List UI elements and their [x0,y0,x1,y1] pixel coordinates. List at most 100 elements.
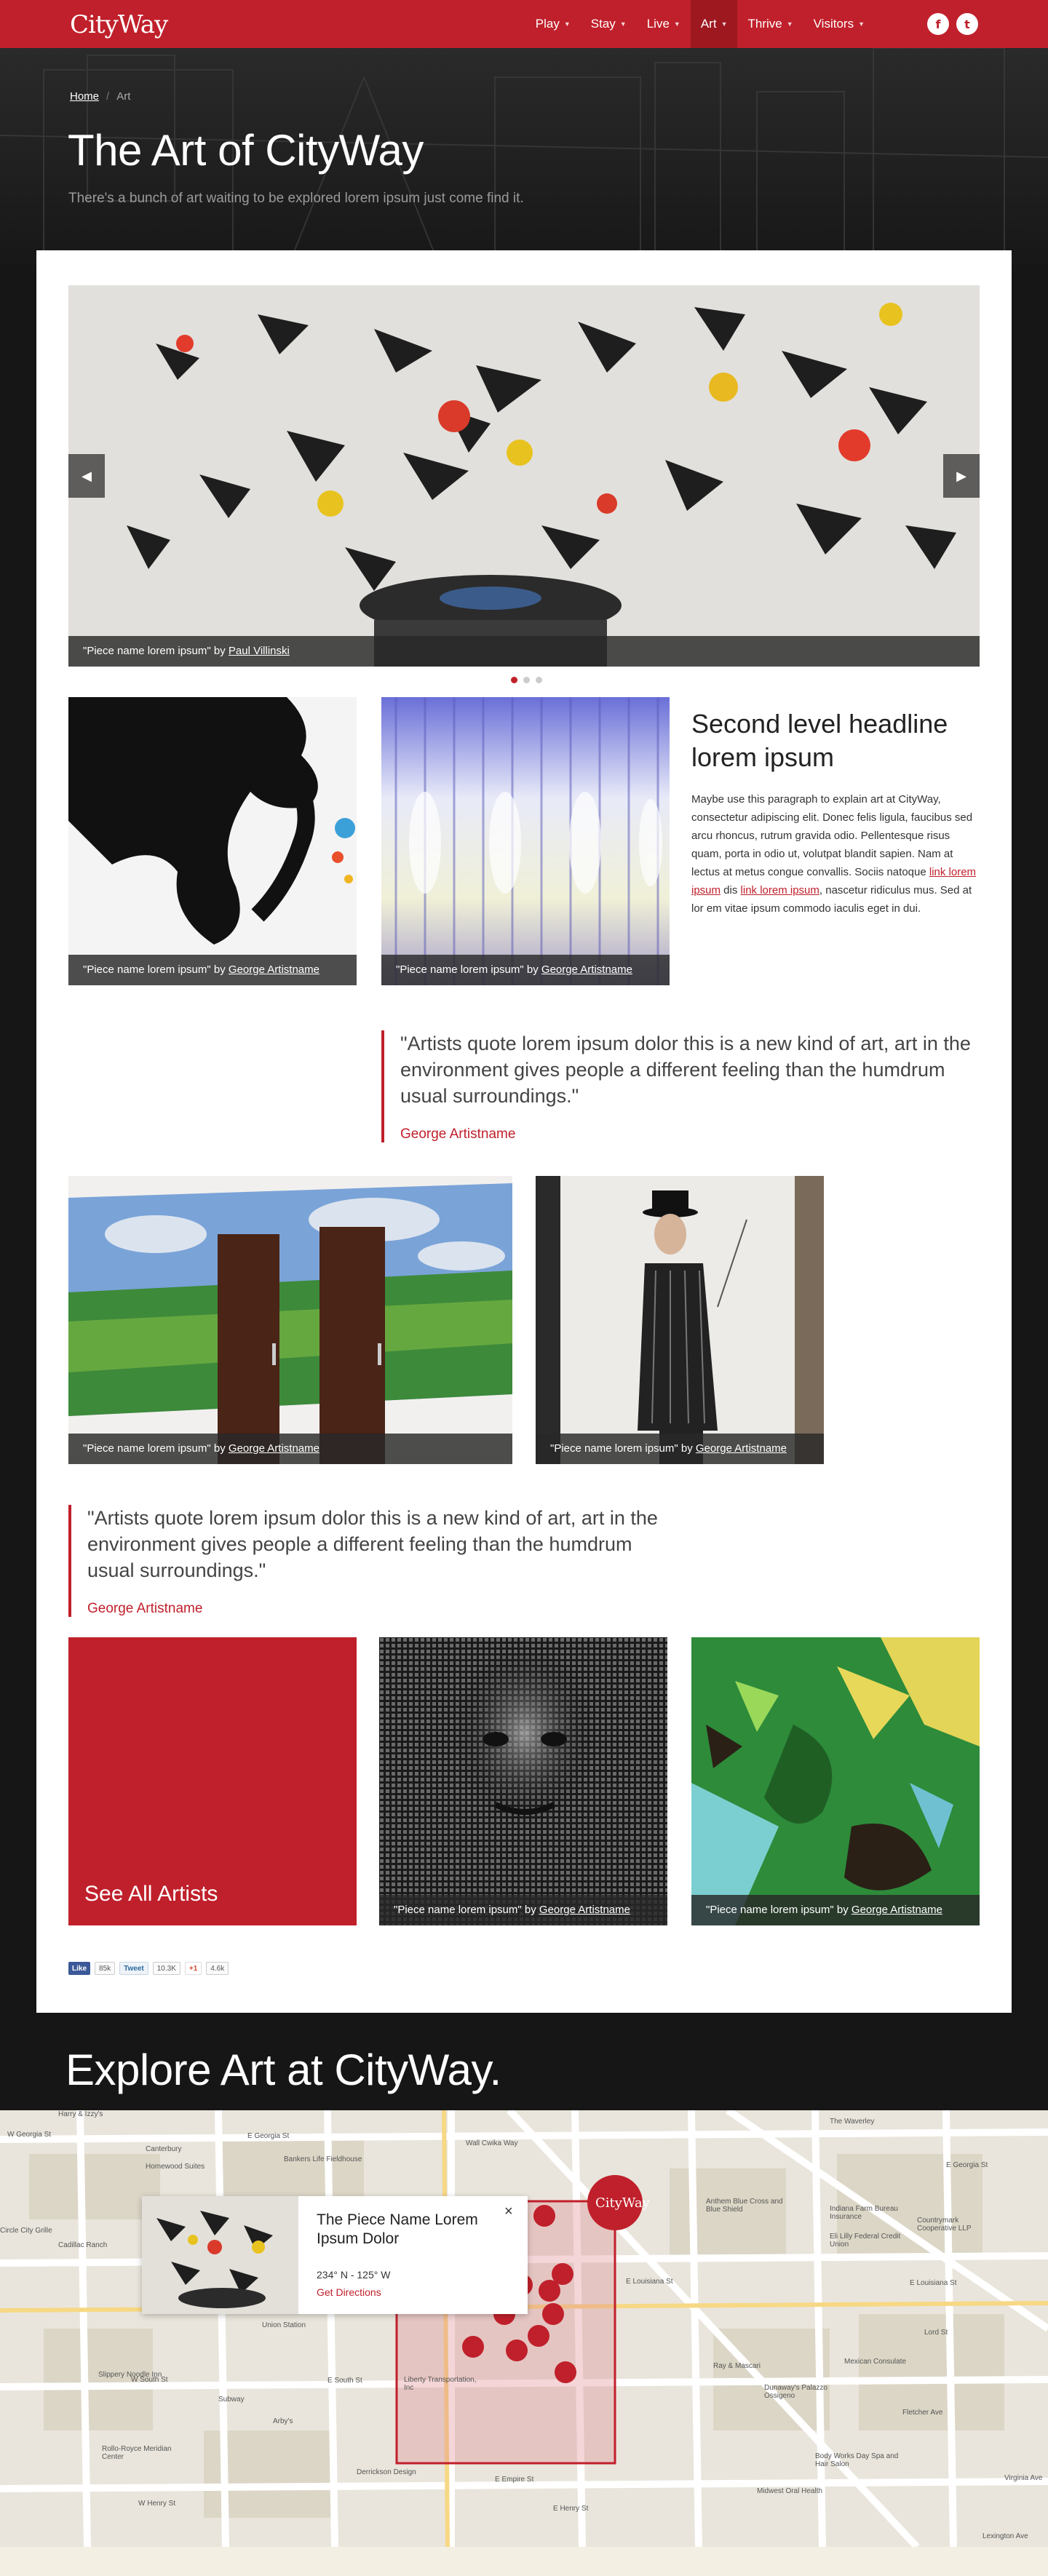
article-link[interactable]: link lorem ipsum [741,884,819,897]
main-menu: Play ▼ Stay ▼ Live ▼ Art ▼ Thrive ▼ Visitors ▼ [525,0,875,48]
facebook-icon[interactable]: f [927,13,949,35]
map-label: Lord St [924,2329,948,2337]
map-label: Lexington Ave [982,2532,1028,2540]
map-label: Anthem Blue Cross and Blue Shield [706,2198,783,2214]
quote-author[interactable]: George Artistname [400,1126,978,1142]
slider-next-button[interactable]: ▶ [943,454,980,498]
nav-label: Visitors [813,17,854,31]
cityway-logo[interactable]: CityWay [70,10,168,39]
close-icon[interactable]: × [504,2203,513,2220]
chevron-down-icon: ▼ [720,20,728,28]
page-subtitle: There's a bunch of art waiting to be exp… [68,191,524,206]
caption-artist-link[interactable]: George Artistname [852,1904,942,1916]
article-headline: Second level headline lorem ipsum [691,709,948,772]
nav-item-live[interactable]: Live ▼ [637,0,691,48]
tweet-count: 10.3K [152,1962,180,1975]
see-all-artists-tile[interactable]: See All Artists [68,1637,357,1925]
map-badge-logo: CityWay [595,2195,650,2211]
page-title: The Art of CityWay [68,126,424,175]
nav-label: Play [535,17,560,31]
map-label: Harry & Izzy's [58,2110,103,2118]
get-directions-link[interactable]: Get Directions [317,2286,381,2298]
explore-heading: Explore Art at CityWay. [66,2046,501,2094]
caption-artist-link[interactable]: George Artistname [229,963,319,976]
nav-item-thrive[interactable]: Thrive ▼ [737,0,803,48]
caption-artist-link[interactable]: George Artistname [541,963,632,976]
artist-quote: "Artists quote lorem ipsum dolor this is… [381,1030,978,1142]
artwork-image-mosaic-portrait [379,1637,667,1925]
slider-dot-3[interactable] [536,677,542,683]
caption-piece: "Piece name lorem ipsum" by [83,645,229,657]
map-label: E Louisiana St [910,2279,957,2287]
featured-artwork-slider[interactable]: ◀ ▶ "Piece name lorem ipsum" by Paul Vil… [68,285,980,667]
featured-artwork-image [68,285,980,667]
artist-quote: "Artists quote lorem ipsum dolor this is… [68,1505,665,1617]
like-count: 85k [95,1962,116,1975]
popup-title: The Piece Name Lorem Ipsum Dolor [317,2211,478,2247]
caption-piece: "Piece name lorem ipsum" by [394,1904,539,1916]
map-label: Circle City Grille [0,2227,52,2235]
artwork-caption: "Piece name lorem ipsum" by George Artis… [691,1895,980,1925]
artwork-tile[interactable]: "Piece name lorem ipsum" by George Artis… [536,1176,824,1464]
quote-text: "Artists quote lorem ipsum dolor this is… [400,1033,971,1107]
tweet-button[interactable]: Tweet [119,1962,148,1975]
map-info-popup: The Piece Name Lorem Ipsum Dolor 234° N … [142,2196,528,2314]
map-label: W South St [131,2376,168,2384]
google-plus-button[interactable]: +1 [184,1962,202,1975]
map-label: Arby's [273,2417,293,2425]
artwork-image-abstract-green [691,1637,980,1925]
map-label: W Henry St [138,2500,176,2508]
chevron-down-icon: ▼ [563,20,571,28]
map-label: E Louisiana St [626,2278,673,2286]
map-label: E Henry St [553,2505,589,2513]
caption-artist-link[interactable]: George Artistname [696,1442,787,1455]
slider-prev-button[interactable]: ◀ [68,454,105,498]
map-label: Rollo-Royce Meridian Center [102,2445,172,2461]
map-label: Liberty Transportation, Inc [404,2376,477,2392]
caption-piece: "Piece name lorem ipsum" by [83,1442,229,1455]
artwork-tile[interactable]: "Piece name lorem ipsum" by George Artis… [68,697,357,985]
social-share-bar: Like 85k Tweet 10.3K +1 4.6k [68,1962,229,1975]
caption-artist-link[interactable]: George Artistname [229,1442,319,1455]
gplus-label: +1 [188,1964,198,1973]
nav-item-play[interactable]: Play ▼ [525,0,581,48]
slider-dot-1[interactable] [511,677,517,683]
caption-artist-link[interactable]: Paul Villinski [229,645,290,657]
facebook-like-button[interactable]: Like [68,1962,91,1975]
map-label: Homewood Suites [146,2163,205,2171]
artwork-tile[interactable]: "Piece name lorem ipsum" by George Artis… [379,1637,667,1925]
art-map[interactable]: CityWay Harry & Izzy's W Georgia St Cant… [0,2110,1048,2547]
chevron-down-icon: ▼ [858,20,865,28]
quote-author[interactable]: George Artistname [87,1601,665,1617]
breadcrumb-separator: / [106,90,110,103]
map-label: Union Station [262,2321,306,2329]
paragraph-text: dis [720,884,741,897]
quote-text: "Artists quote lorem ipsum dolor this is… [87,1507,658,1581]
slider-dot-2[interactable] [523,677,530,683]
breadcrumb-current: Art [116,90,131,103]
breadcrumb-home-link[interactable]: Home [70,90,99,103]
article-block: Second level headline lorem ipsum Maybe … [691,707,982,918]
map-label: Canterbury [146,2145,182,2153]
caption-piece: "Piece name lorem ipsum" by [396,963,541,976]
artwork-caption: "Piece name lorem ipsum" by George Artis… [68,955,357,985]
caption-piece: "Piece name lorem ipsum" by [83,963,229,976]
caption-artist-link[interactable]: George Artistname [539,1904,630,1916]
hero-banner: Home / Art The Art of CityWay There's a bu… [0,48,1048,266]
artwork-tile[interactable]: "Piece name lorem ipsum" by George Artis… [68,1176,512,1464]
nav-item-visitors[interactable]: Visitors ▼ [803,0,875,48]
nav-label: Art [700,17,717,31]
map-label: Wall Cwika Way [466,2139,518,2147]
map-label: Bankers Life Fieldhouse [284,2155,362,2163]
map-label: The Waverley [830,2118,875,2126]
artwork-tile[interactable]: "Piece name lorem ipsum" by George Artis… [381,697,670,985]
article-paragraph: Maybe use this paragraph to explain art … [691,790,982,918]
chevron-down-icon: ▼ [619,20,627,28]
twitter-icon[interactable]: t [956,13,978,35]
artwork-image-ink-horse [68,697,357,985]
artwork-caption: "Piece name lorem ipsum" by George Artis… [68,1434,512,1464]
nav-item-stay[interactable]: Stay ▼ [581,0,637,48]
artwork-tile[interactable]: "Piece name lorem ipsum" by George Artis… [691,1637,980,1925]
nav-item-art[interactable]: Art ▼ [690,0,738,48]
slider-caption: "Piece name lorem ipsum" by Paul Villins… [68,636,980,667]
